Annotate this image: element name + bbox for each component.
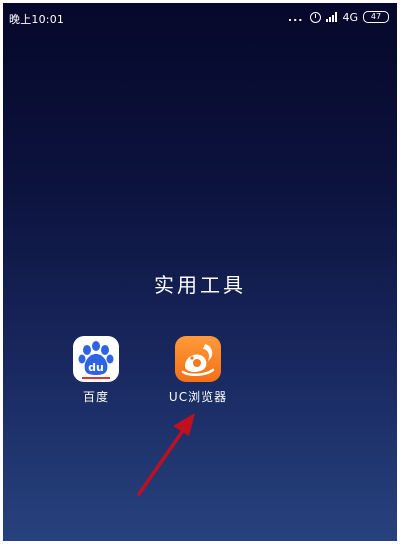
signal-icon bbox=[326, 12, 338, 22]
uc-squirrel-icon bbox=[181, 344, 215, 376]
folder-title: 实用工具 bbox=[154, 273, 246, 297]
app-label-uc-browser: UC浏览器 bbox=[168, 390, 228, 404]
battery-level: 47 bbox=[370, 12, 382, 21]
baidu-paw-icon: du bbox=[78, 341, 114, 379]
status-bar: 晚上10:01 ... 4G 47 bbox=[3, 3, 397, 31]
battery-icon: 47 bbox=[363, 11, 389, 23]
baidu-icon[interactable]: du bbox=[73, 336, 119, 382]
status-icons: ... 4G 47 bbox=[288, 9, 389, 25]
uc-browser-icon[interactable] bbox=[175, 336, 221, 382]
app-baidu[interactable]: du 百度 bbox=[56, 336, 136, 405]
notification-dots: ... bbox=[287, 10, 304, 24]
phone-screen: 晚上10:01 ... 4G 47 实用工具 du 百度 UC浏览器 bbox=[3, 3, 397, 541]
network-type: 4G bbox=[342, 10, 358, 24]
app-uc-browser[interactable]: UC浏览器 bbox=[158, 336, 238, 405]
alarm-icon bbox=[310, 11, 322, 23]
baidu-icon-text: du bbox=[88, 361, 104, 374]
app-label-baidu: 百度 bbox=[82, 390, 109, 404]
status-time: 晚上10:01 bbox=[9, 13, 65, 26]
